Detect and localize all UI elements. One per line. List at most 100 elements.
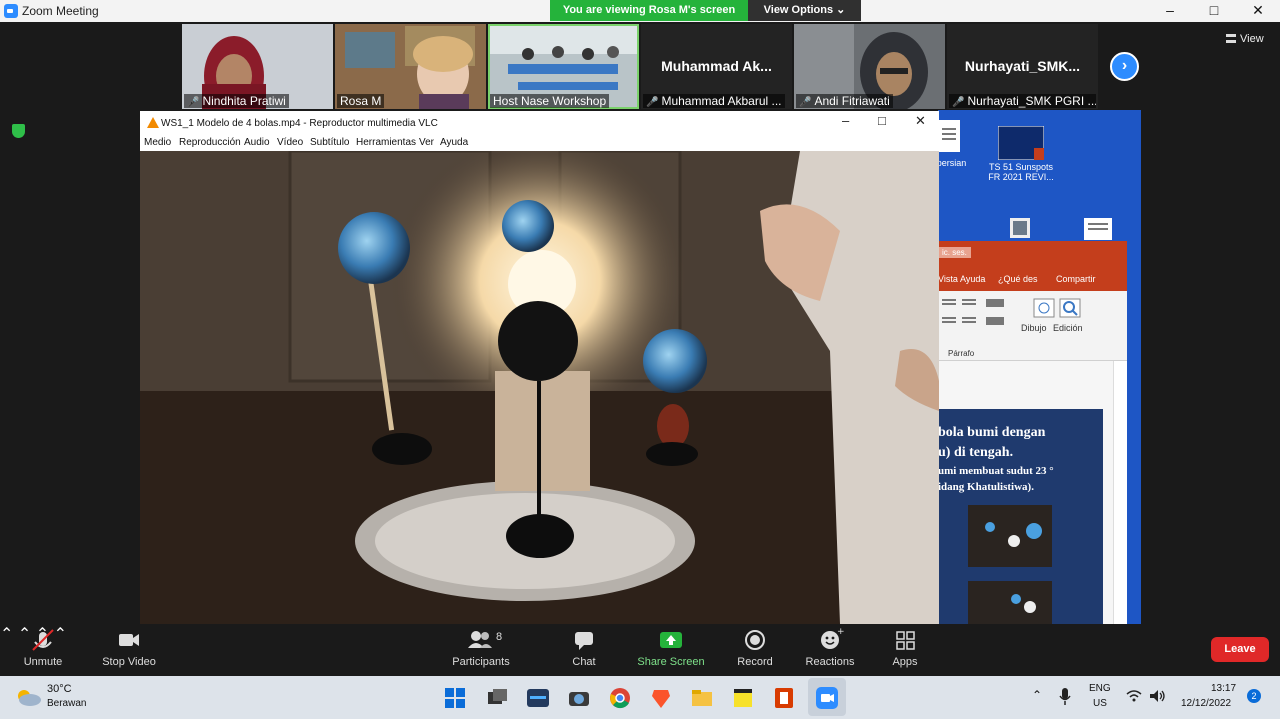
muted-mic-icon (32, 629, 54, 651)
leave-button[interactable]: Leave (1211, 637, 1269, 662)
apps-button[interactable]: Apps (884, 624, 926, 676)
view-options-button[interactable]: View Options ⌄ (748, 0, 861, 21)
brave-browser-icon[interactable] (649, 686, 673, 710)
menu-que-desea[interactable]: ¿Qué des (998, 274, 1038, 284)
video-camera-icon (119, 634, 139, 646)
clock-date[interactable]: 12/12/2022 (1181, 698, 1231, 709)
document-icon (1084, 218, 1112, 240)
weather-cloud-icon (18, 690, 41, 706)
reactions-button[interactable]: + Reactions (802, 624, 858, 676)
participant-name: Nurhayati_SMK PGRI ... (967, 94, 1096, 108)
windows-taskbar: 30°C Berawan ⌃ ENG US 13:17 12/12/2022 2 (0, 676, 1280, 719)
view-button[interactable]: View (1226, 33, 1264, 45)
desktop-icon[interactable]: TS 51 Sunspots FR 2021 REVI... (986, 125, 1056, 182)
chat-label: Chat (572, 656, 596, 668)
search-icon[interactable] (1058, 297, 1082, 319)
notification-badge[interactable]: 2 (1247, 689, 1261, 703)
participant-big-name: Nurhayati_SMK... (964, 58, 1081, 74)
office-app-icon[interactable] (772, 686, 796, 710)
record-label: Record (737, 656, 773, 668)
stop-video-button[interactable]: Stop Video (98, 624, 160, 676)
vlc-menu-ayuda[interactable]: Ayuda (440, 137, 468, 148)
vertical-scrollbar[interactable] (1113, 361, 1127, 624)
menu-compartir[interactable]: Compartir (1056, 274, 1096, 284)
vlc-menu-bar: Medio Reproducción Audio Vídeo Subtítulo… (140, 134, 939, 151)
maximize-button[interactable]: □ (1192, 0, 1236, 22)
edicion-label: Edición (1053, 323, 1083, 333)
next-page-button[interactable]: › (1110, 52, 1139, 81)
participant-tile[interactable]: 🎤 Andi Fitriawati (794, 24, 945, 109)
vlc-cone-icon (147, 117, 159, 128)
parrafo-label: Párrafo (948, 349, 975, 358)
drawing-icon[interactable] (1032, 297, 1056, 319)
participant-name: Rosa M (340, 94, 382, 108)
vlc-menu-video[interactable]: Vídeo (277, 137, 303, 148)
powerpoint-ribbon: Dibujo Edición Párrafo (938, 291, 1127, 361)
app-icon[interactable] (526, 686, 550, 710)
participant-tile[interactable]: Host Nase Workshop (488, 24, 639, 109)
participant-tile[interactable]: Rosa M (335, 24, 486, 109)
view-button-label: View (1240, 33, 1264, 45)
record-button[interactable]: Record (732, 624, 778, 676)
slide-preview: bola bumi dengan u) di tengah. umi membu… (938, 409, 1103, 624)
vlc-close-button[interactable]: ✕ (915, 113, 926, 129)
wifi-icon[interactable] (1126, 689, 1142, 703)
powerpoint-window: ic. ses. Vista Ayuda ¿Qué des Compartir … (938, 241, 1127, 624)
camera-app-icon[interactable] (567, 686, 591, 710)
vlc-window: WS1_1 Modelo de 4 bolas.mp4 - Reproducto… (140, 111, 939, 624)
chat-button[interactable]: Chat (562, 624, 606, 676)
vlc-menu-herramientas[interactable]: Herramientas (356, 137, 416, 148)
language-bottom[interactable]: US (1093, 698, 1107, 709)
window-title: Zoom Meeting (22, 4, 99, 18)
participant-tile[interactable]: 🎤 Nindhita Pratiwi (182, 24, 333, 109)
audio-options-caret[interactable]: ⌃ (0, 626, 13, 643)
vlc-menu-ver[interactable]: Ver (419, 137, 434, 148)
windows-start-icon[interactable] (443, 686, 467, 710)
stop-video-label: Stop Video (102, 656, 156, 668)
meeting-toolbar: Unmute ⌃ Stop Video ⌃ 8 Participants ⌃ C… (0, 624, 1280, 676)
desktop-icon-label: TS 51 Sunspots FR 2021 REVI... (988, 162, 1054, 182)
smiley-icon: + (821, 627, 845, 649)
muted-mic-icon: 🎤 (952, 97, 965, 108)
menu-ayuda[interactable]: Ayuda (960, 274, 985, 284)
vlc-minimize-button[interactable]: – (842, 113, 849, 128)
weather-temp[interactable]: 30°C (47, 683, 72, 695)
language-top[interactable]: ENG (1089, 683, 1111, 694)
record-icon (745, 630, 765, 650)
sticky-notes-icon[interactable] (731, 686, 755, 710)
participant-tile[interactable]: Nurhayati_SMK... 🎤 Nurhayati_SMK PGRI ... (947, 24, 1098, 109)
vlc-titlebar: WS1_1 Modelo de 4 bolas.mp4 - Reproducto… (140, 111, 939, 134)
vlc-maximize-button[interactable]: □ (878, 113, 886, 128)
slide-line-2: u) di tengah. (938, 445, 1014, 460)
task-view-icon[interactable] (485, 686, 509, 710)
vlc-menu-medio[interactable]: Medio (144, 137, 171, 148)
grid-icon (1226, 34, 1236, 43)
microphone-icon[interactable] (1058, 687, 1072, 707)
share-screen-button[interactable]: Share Screen (636, 624, 706, 676)
show-hidden-icons-chevron[interactable]: ⌃ (1032, 688, 1042, 702)
vlc-menu-reproduccion[interactable]: Reproducción (179, 137, 241, 148)
powerpoint-file-icon (997, 125, 1045, 161)
close-button[interactable]: ✕ (1236, 0, 1280, 22)
volume-icon[interactable] (1149, 689, 1167, 703)
vlc-title: WS1_1 Modelo de 4 bolas.mp4 - Reproducto… (161, 118, 438, 129)
vlc-menu-subtitulo[interactable]: Subtítulo (310, 137, 349, 148)
minimize-button[interactable]: – (1148, 0, 1192, 22)
vlc-menu-audio[interactable]: Audio (244, 137, 270, 148)
weather-desc[interactable]: Berawan (47, 698, 86, 709)
security-shield-icon[interactable] (12, 124, 25, 138)
participant-name: Host Nase Workshop (493, 94, 607, 108)
menu-vista[interactable]: Vista (938, 274, 958, 284)
zoom-taskbar-icon[interactable] (815, 686, 839, 710)
slide-line-3: umi membuat sudut 23 ° (938, 465, 1054, 477)
vlc-video-frame[interactable] (140, 151, 939, 624)
file-tab[interactable]: ic. ses. (938, 247, 971, 258)
file-explorer-icon[interactable] (690, 686, 714, 710)
muted-mic-icon: 🎤 (799, 97, 812, 108)
svg-text:+: + (837, 627, 845, 637)
participants-button[interactable]: 8 Participants (448, 624, 514, 676)
clock-time[interactable]: 13:17 (1211, 683, 1236, 694)
unmute-button[interactable]: Unmute (18, 624, 68, 676)
chrome-icon[interactable] (608, 686, 632, 710)
participant-tile[interactable]: Muhammad Ak... 🎤 Muhammad Akbarul ... (641, 24, 792, 109)
